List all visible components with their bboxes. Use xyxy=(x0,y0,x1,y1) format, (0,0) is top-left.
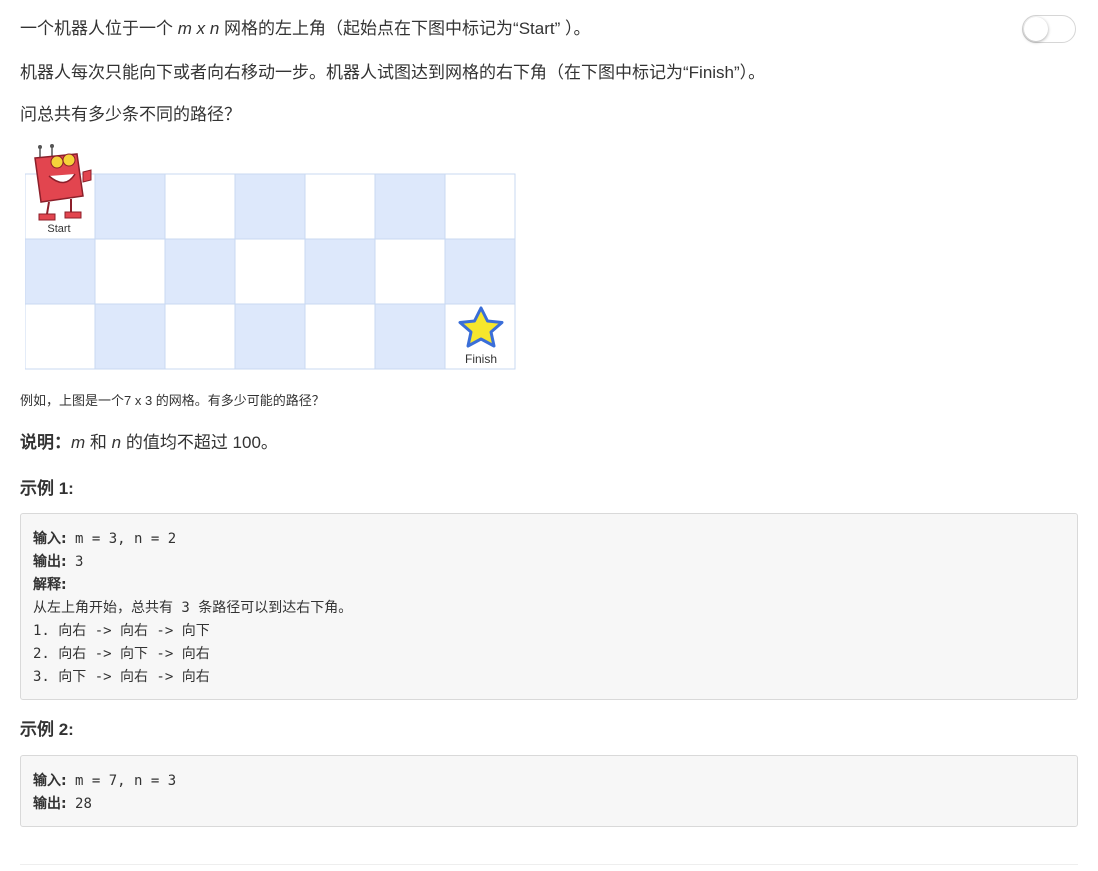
explain-line: 解释: xyxy=(33,574,1065,597)
grid-cell xyxy=(24,238,96,305)
text-times: x xyxy=(191,19,210,38)
explain-text: 从左上角开始，总共有 3 条路径可以到达右下角。 xyxy=(33,600,353,616)
input-line: 输入: m = 7, n = 3 xyxy=(33,770,1065,793)
example-1-title: 示例 1: xyxy=(20,479,74,498)
grid-cell xyxy=(94,173,166,240)
input-line: 输入: m = 3, n = 2 xyxy=(33,528,1065,551)
grid-cell xyxy=(94,303,166,370)
var-m: m xyxy=(177,19,192,38)
output-line: 输出: 28 xyxy=(33,793,1065,816)
text-segment: 网格的左上角（起始点在下图中标记为“Start” ）。 xyxy=(219,19,591,38)
output-label: 输出: xyxy=(33,796,67,812)
text-segment: 和 xyxy=(85,433,112,452)
input-value: m = 7, n = 3 xyxy=(66,773,177,789)
figure-caption: 例如，上图是一个7 x 3 的网格。有多少可能的路径？ xyxy=(20,393,325,408)
grid-cell xyxy=(374,173,446,240)
grid-cell xyxy=(234,238,306,305)
grid-cell xyxy=(94,238,166,305)
grid-cell xyxy=(444,173,516,240)
grid-cell xyxy=(304,173,376,240)
var-m: m xyxy=(71,433,86,452)
grid-cell xyxy=(234,303,306,370)
grid-cell xyxy=(24,303,96,370)
grid-cell xyxy=(164,173,236,240)
toggle-knob xyxy=(1024,17,1048,41)
example-2-codeblock: 输入: m = 7, n = 3 输出: 28 xyxy=(20,755,1078,827)
divider xyxy=(20,864,1078,865)
path-3: 3. 向下 -> 向右 -> 向右 xyxy=(33,669,210,685)
grid-cell xyxy=(374,238,446,305)
text-segment: 一个机器人位于一个 xyxy=(20,19,178,38)
var-n: n xyxy=(111,433,122,452)
path-2: 2. 向右 -> 向下 -> 向右 xyxy=(33,646,210,662)
constraint-note: 说明：m 和 n 的值均不超过 100。 xyxy=(20,431,278,455)
explain-label: 解释: xyxy=(33,577,67,593)
grid-cells xyxy=(24,173,516,370)
input-label: 输入: xyxy=(33,531,67,547)
grid-cell xyxy=(304,303,376,370)
output-label: 输出: xyxy=(33,554,67,570)
note-label: 说明： xyxy=(20,433,71,452)
grid-cell xyxy=(444,238,516,305)
grid-cell xyxy=(234,173,306,240)
grid-figure: Start Finish xyxy=(24,140,520,372)
path-1: 1. 向右 -> 向右 -> 向下 xyxy=(33,623,210,639)
grid-diagram: Start Finish xyxy=(24,144,516,370)
text-segment: 的值均不超过 100。 xyxy=(121,433,278,452)
start-label: Start xyxy=(47,223,70,235)
theme-toggle-switch[interactable] xyxy=(1022,15,1076,43)
example-2-title: 示例 2: xyxy=(20,720,74,739)
grid-cell xyxy=(374,303,446,370)
output-value: 28 xyxy=(66,796,92,812)
problem-paragraph-1: 一个机器人位于一个 m x n 网格的左上角（起始点在下图中标记为“Start”… xyxy=(20,17,591,41)
problem-paragraph-2: 机器人每次只能向下或者向右移动一步。机器人试图达到网格的右下角（在下图中标记为“… xyxy=(20,63,766,82)
output-value: 3 xyxy=(66,554,84,570)
finish-label: Finish xyxy=(465,352,497,366)
input-value: m = 3, n = 2 xyxy=(66,531,177,547)
grid-cell xyxy=(164,238,236,305)
var-n: n xyxy=(209,19,220,38)
example-1-codeblock: 输入: m = 3, n = 2 输出: 3 解释: 从左上角开始，总共有 3 … xyxy=(20,513,1078,700)
problem-question: 问总共有多少条不同的路径？ xyxy=(20,105,241,124)
grid-cell xyxy=(304,238,376,305)
grid-cell xyxy=(164,303,236,370)
input-label: 输入: xyxy=(33,773,67,789)
output-line: 输出: 3 xyxy=(33,551,1065,574)
